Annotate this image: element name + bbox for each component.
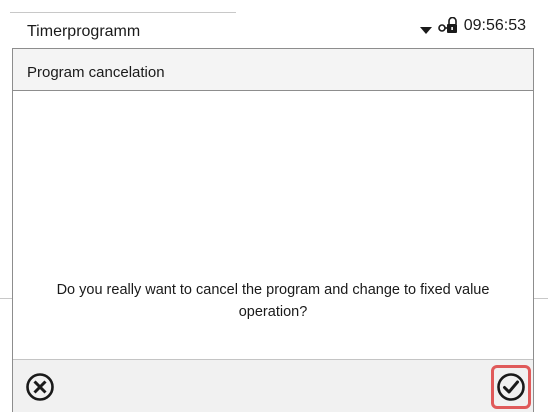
dialog-body: Do you really want to cancel the program… — [13, 92, 533, 358]
dialog-title-bar: Program cancelation — [13, 49, 533, 91]
status-bar: Timerprogramm 09:56:53 — [0, 0, 548, 48]
dialog-footer — [13, 359, 533, 412]
program-cancelation-dialog: Program cancelation Do you really want t… — [12, 48, 534, 412]
circle-check-icon — [497, 373, 525, 401]
status-indicators: 09:56:53 — [419, 16, 526, 35]
cancel-button[interactable] — [21, 368, 59, 406]
clock-time: 09:56:53 — [463, 17, 526, 34]
side-divider-right — [534, 298, 548, 299]
dialog-title: Program cancelation — [27, 64, 165, 81]
screen-title: Timerprogramm — [27, 23, 141, 40]
side-divider-left — [0, 298, 12, 299]
circle-x-icon — [26, 373, 54, 401]
dropdown-triangle-icon[interactable] — [419, 22, 432, 34]
key-lock-icon — [437, 16, 458, 35]
controller-screen: Timerprogramm 09:56:53 Program cancelati… — [0, 0, 548, 412]
confirm-button[interactable] — [491, 365, 531, 409]
dialog-message: Do you really want to cancel the program… — [56, 282, 490, 320]
status-divider — [10, 12, 236, 13]
